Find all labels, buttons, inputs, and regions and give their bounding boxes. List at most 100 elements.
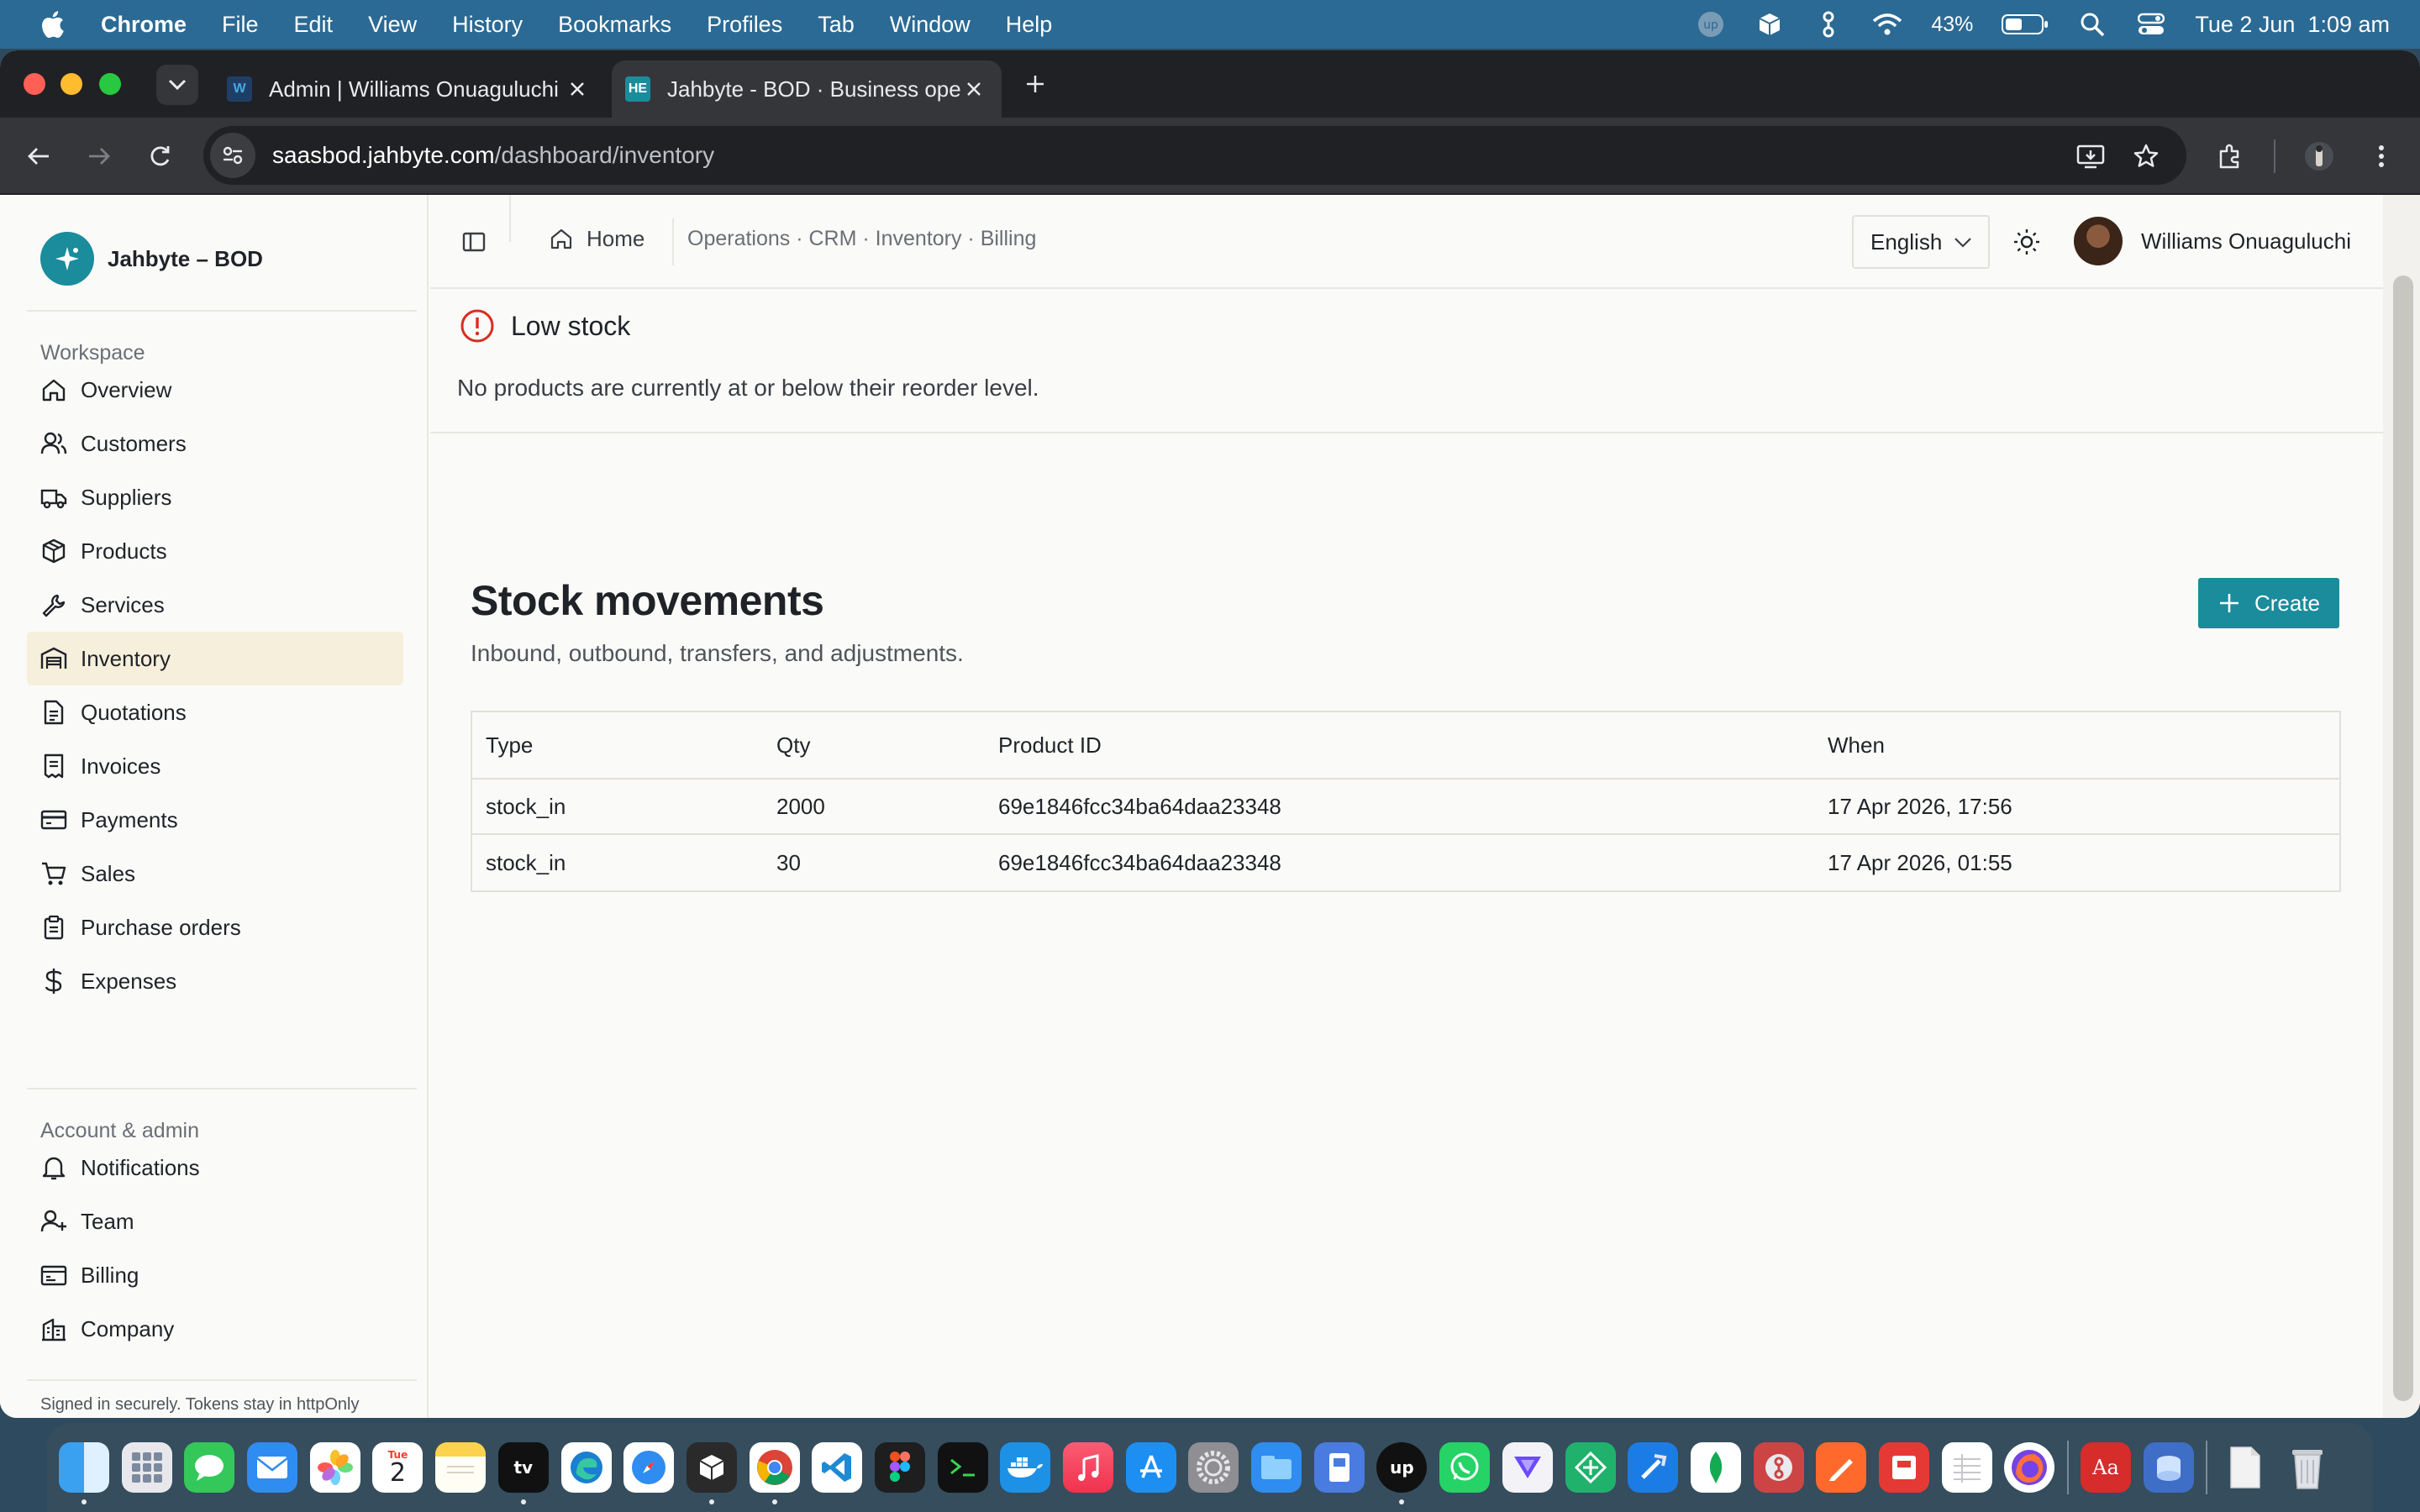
upwork-status-icon[interactable]: up xyxy=(1696,9,1726,39)
scrollbar-thumb[interactable] xyxy=(2393,276,2413,1401)
sidebar-toggle-button[interactable] xyxy=(457,225,491,259)
sidebar-item-billing[interactable]: Billing xyxy=(27,1248,403,1302)
extensions-icon[interactable] xyxy=(2212,138,2249,175)
menu-profiles[interactable]: Profiles xyxy=(707,12,782,38)
table-row[interactable]: stock_in 30 69e1846fcc34ba64daa23348 17 … xyxy=(472,835,2339,890)
sidebar-item-quotations[interactable]: Quotations xyxy=(27,685,403,739)
column-header-type[interactable]: Type xyxy=(486,712,533,778)
vpn-icon[interactable] xyxy=(1502,1442,1553,1493)
spotlight-search-icon[interactable] xyxy=(2077,9,2107,39)
menu-history[interactable]: History xyxy=(452,12,523,38)
app-store-icon[interactable] xyxy=(1125,1442,1176,1493)
xcode-icon[interactable] xyxy=(1628,1442,1679,1493)
preview-icon[interactable] xyxy=(1313,1442,1365,1493)
sidebar-item-company[interactable]: Company xyxy=(27,1302,403,1356)
menu-window[interactable]: Window xyxy=(890,12,971,38)
create-button[interactable]: Create xyxy=(2198,578,2339,628)
terminal-icon[interactable] xyxy=(937,1442,988,1493)
close-window-button[interactable] xyxy=(24,73,45,95)
minimize-window-button[interactable] xyxy=(60,73,82,95)
sidebar-item-team[interactable]: Team xyxy=(27,1194,403,1248)
sidebar-item-products[interactable]: Products xyxy=(27,524,403,578)
sheet-icon[interactable] xyxy=(1941,1442,1992,1493)
disk-icon[interactable] xyxy=(2143,1442,2194,1493)
sidebar-item-payments[interactable]: Payments xyxy=(27,793,403,847)
sidebar-item-suppliers[interactable]: Suppliers xyxy=(27,470,403,524)
user-menu[interactable]: Williams Onuaguluchi xyxy=(2074,217,2351,265)
sidebar-item-customers[interactable]: Customers xyxy=(27,417,403,470)
sidebar-item-overview[interactable]: Overview xyxy=(27,363,403,417)
document-icon[interactable] xyxy=(2219,1442,2270,1493)
mongodb-icon[interactable] xyxy=(1690,1442,1741,1493)
menu-edit[interactable]: Edit xyxy=(294,12,334,38)
back-button[interactable] xyxy=(20,138,57,175)
finder-icon[interactable] xyxy=(59,1442,109,1504)
tab-search-button[interactable] xyxy=(156,65,198,105)
column-header-qty[interactable]: Qty xyxy=(776,712,810,778)
sidebar-item-inventory[interactable]: Inventory xyxy=(27,632,403,685)
trash-icon[interactable] xyxy=(2282,1442,2333,1493)
menu-help[interactable]: Help xyxy=(1006,12,1053,38)
profile-avatar-icon[interactable] xyxy=(2301,138,2338,175)
reload-button[interactable] xyxy=(141,138,178,175)
close-tab-icon[interactable] xyxy=(565,76,590,102)
install-app-icon[interactable] xyxy=(2072,138,2109,175)
edge-icon[interactable] xyxy=(560,1442,612,1493)
calendar-icon[interactable]: Tue 2 xyxy=(372,1442,424,1493)
sidebar-item-expenses[interactable]: Expenses xyxy=(27,954,403,1008)
archive-icon[interactable] xyxy=(1878,1442,1929,1493)
column-header-when[interactable]: When xyxy=(1828,712,1885,778)
upwork-icon[interactable]: up xyxy=(1376,1442,1428,1504)
dictionary-icon[interactable]: Aa xyxy=(2081,1442,2131,1493)
column-header-product-id[interactable]: Product ID xyxy=(998,712,1102,778)
git-icon[interactable] xyxy=(1753,1442,1804,1493)
firefox-icon[interactable] xyxy=(2004,1442,2055,1493)
theme-toggle-button[interactable] xyxy=(2008,223,2045,260)
git-status-icon[interactable] xyxy=(1813,9,1844,39)
language-select[interactable]: English xyxy=(1852,215,1990,269)
apple-menu-icon[interactable] xyxy=(32,8,72,41)
figma-icon[interactable] xyxy=(874,1442,925,1493)
sidebar-item-invoices[interactable]: Invoices xyxy=(27,739,403,793)
system-settings-icon[interactable] xyxy=(1188,1442,1239,1493)
files-icon[interactable] xyxy=(1251,1442,1302,1493)
close-tab-icon[interactable] xyxy=(961,76,986,102)
photos-icon[interactable] xyxy=(309,1442,360,1493)
cube-app-icon[interactable] xyxy=(686,1442,737,1504)
menu-bar-clock[interactable]: Tue 2 Jun 1:09 am xyxy=(2195,12,2390,38)
whatsapp-icon[interactable] xyxy=(1439,1442,1491,1493)
forward-button[interactable] xyxy=(81,138,118,175)
menu-view[interactable]: View xyxy=(368,12,417,38)
chrome-icon[interactable] xyxy=(749,1442,800,1504)
safari-icon[interactable] xyxy=(623,1442,675,1493)
cube-status-icon[interactable] xyxy=(1754,9,1785,39)
launchpad-icon[interactable] xyxy=(121,1442,172,1493)
sidebar-item-sales[interactable]: Sales xyxy=(27,847,403,900)
sidebar-item-services[interactable]: Services xyxy=(27,578,403,632)
sidebar-item-notifications[interactable]: Notifications xyxy=(27,1141,403,1194)
bookmark-star-icon[interactable] xyxy=(2128,138,2165,175)
grid-app-icon[interactable] xyxy=(1565,1442,1616,1493)
messages-icon[interactable] xyxy=(184,1442,235,1493)
music-icon[interactable] xyxy=(1063,1442,1113,1493)
control-center-icon[interactable] xyxy=(2136,9,2166,39)
tab-jahbyte-bod[interactable]: HE Jahbyte - BOD · Business ope xyxy=(612,60,1002,118)
tab-admin[interactable]: W Admin | Williams Onuaguluchi xyxy=(210,60,605,118)
vscode-icon[interactable] xyxy=(812,1442,863,1493)
mail-icon[interactable] xyxy=(247,1442,298,1493)
pen-icon[interactable] xyxy=(1816,1442,1867,1493)
zoom-window-button[interactable] xyxy=(99,73,121,95)
sidebar-item-purchase-orders[interactable]: Purchase orders xyxy=(27,900,403,954)
battery-icon[interactable] xyxy=(2002,9,2049,39)
url-text[interactable]: saasbod.jahbyte.com/dashboard/inventory xyxy=(272,142,714,169)
breadcrumb-home[interactable]: Home xyxy=(548,225,644,252)
menu-tab[interactable]: Tab xyxy=(818,12,855,38)
address-bar[interactable]: saasbod.jahbyte.com/dashboard/inventory xyxy=(203,126,2186,185)
new-tab-button[interactable] xyxy=(1017,66,1054,102)
apple-tv-icon[interactable]: tv xyxy=(497,1442,549,1504)
docker-icon[interactable] xyxy=(1000,1442,1051,1493)
table-row[interactable]: stock_in 2000 69e1846fcc34ba64daa23348 1… xyxy=(472,780,2339,835)
menu-file[interactable]: File xyxy=(222,12,259,38)
site-info-icon[interactable] xyxy=(210,133,255,178)
brand[interactable]: Jahbyte – BOD xyxy=(40,232,263,286)
